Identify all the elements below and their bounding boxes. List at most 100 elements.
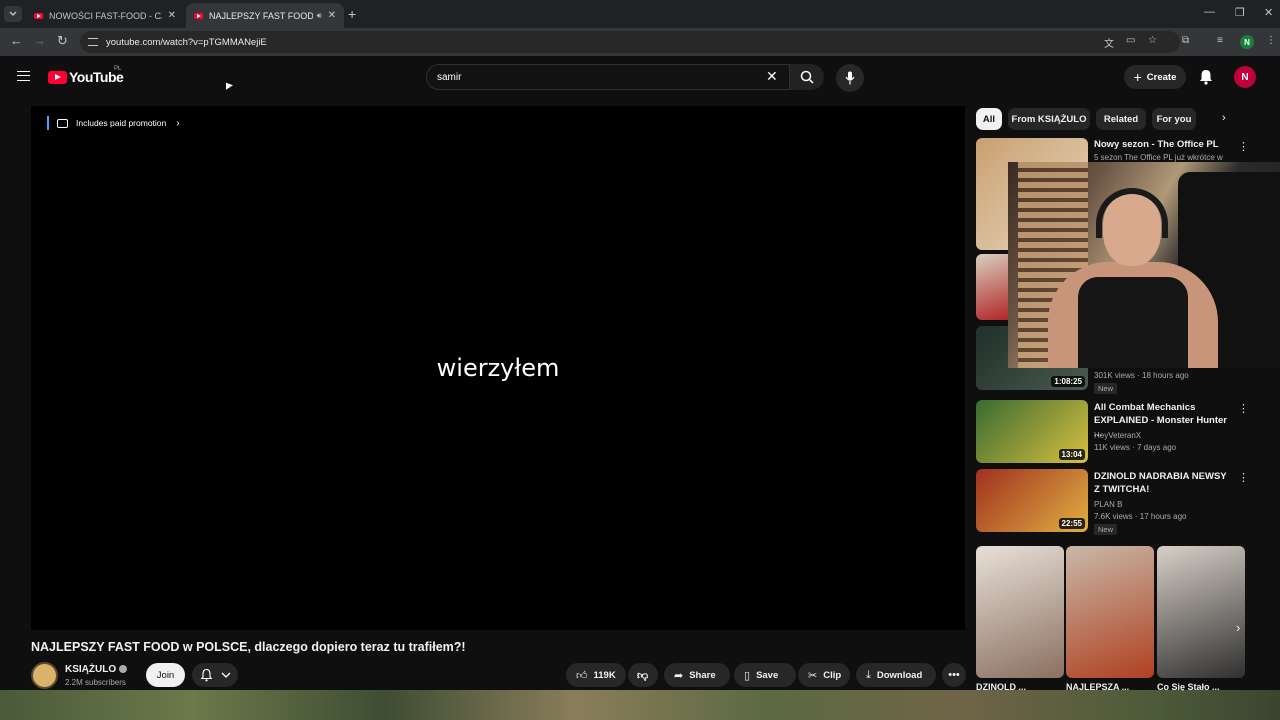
subscriber-count: 2.2M subscribers — [65, 678, 126, 687]
minimize-icon[interactable]: — — [1204, 6, 1215, 18]
new-tab-button[interactable]: + — [348, 6, 356, 22]
create-label: Create — [1146, 71, 1177, 83]
cast-icon[interactable]: ▭ — [1126, 35, 1135, 46]
promo-label: Includes paid promotion — [76, 118, 167, 128]
new-badge: New — [1094, 383, 1118, 394]
youtube-favicon-icon — [194, 12, 203, 19]
chip-all[interactable]: All — [976, 108, 1002, 130]
clip-label: Clip — [823, 669, 842, 681]
background-scenery — [0, 690, 1280, 720]
dislike-button[interactable]: 👎︎ — [628, 663, 658, 687]
browser-profile-avatar[interactable]: N — [1240, 35, 1254, 49]
chevron-down-icon — [9, 11, 17, 16]
chip-for-you[interactable]: For you — [1152, 108, 1196, 130]
tab-title: NAJLEPSZY FAST FOOD w P — [209, 10, 313, 21]
tab-search-dropdown[interactable] — [4, 6, 22, 22]
search-value: samir — [437, 71, 462, 83]
youtube-favicon-icon — [34, 12, 43, 19]
download-icon: ⤓ — [866, 668, 871, 681]
like-count: 119K — [593, 669, 616, 681]
extensions-icon[interactable]: ⧉ — [1182, 35, 1189, 46]
paid-promotion-notice[interactable]: Includes paid promotion › — [47, 116, 180, 130]
notifications-button[interactable] — [1198, 68, 1214, 91]
youtube-logo[interactable]: YouTube PL — [48, 66, 124, 85]
plus-icon: + — [1133, 69, 1142, 85]
more-vertical-icon[interactable]: ⋮ — [1238, 140, 1249, 153]
short-title: DZINOLD ... — [976, 682, 1026, 691]
maximize-icon[interactable]: ❐ — [1235, 6, 1245, 19]
hamburger-menu-icon[interactable] — [17, 71, 30, 81]
video-player[interactable]: Includes paid promotion › wierzyłem — [31, 106, 965, 630]
more-horizontal-icon: ••• — [948, 669, 960, 681]
voice-search-button[interactable] — [836, 64, 864, 92]
site-info-icon[interactable] — [88, 38, 98, 46]
chevron-right-icon: › — [176, 117, 180, 129]
video-thumbnail[interactable]: 13:04 — [976, 400, 1088, 463]
short-thumbnail[interactable] — [976, 546, 1064, 678]
close-window-icon[interactable]: ✕ — [1264, 6, 1273, 19]
forward-icon[interactable]: → — [33, 33, 46, 48]
share-label: Share — [689, 669, 716, 681]
media-control-icon[interactable]: ≡ — [1217, 35, 1223, 46]
translate-icon[interactable]: 文 — [1104, 35, 1114, 50]
browser-toolbar: ← → ↻ youtube.com/watch?v=pTGMMANejiE 文 … — [0, 28, 1280, 56]
thumbs-down-icon: 👎︎ — [637, 669, 649, 682]
channel-avatar[interactable] — [31, 662, 58, 689]
browser-tab-2[interactable]: NAJLEPSZY FAST FOOD w P 🔊︎ ✕ — [186, 3, 344, 28]
address-bar[interactable]: youtube.com/watch?v=pTGMMANejiE — [80, 31, 1180, 53]
headphones-icon — [1096, 188, 1168, 238]
browser-menu-icon[interactable]: ⋮ — [1266, 35, 1276, 46]
short-item[interactable]: DZINOLD ... — [976, 546, 1064, 691]
short-item[interactable]: NAJLEPSZA ... — [1066, 546, 1154, 691]
speaker-icon[interactable]: 🔊︎ — [317, 11, 322, 21]
search-icon — [800, 70, 814, 84]
chevron-right-icon[interactable]: › — [1222, 112, 1226, 124]
recommendation-item[interactable]: 13:04 All Combat Mechanics EXPLAINED - M… — [976, 400, 1256, 466]
account-avatar[interactable]: N — [1234, 66, 1256, 88]
chevron-right-icon[interactable]: › — [1236, 620, 1240, 635]
search-input[interactable]: samir — [426, 64, 790, 90]
video-duration: 1:08:25 — [1051, 376, 1085, 387]
back-icon[interactable]: ← — [10, 33, 23, 48]
recommendation-channel: PLAN B — [1094, 500, 1123, 509]
url-text: youtube.com/watch?v=pTGMMANejiE — [106, 36, 267, 48]
create-button[interactable]: + Create — [1124, 65, 1186, 89]
recommendation-channel: HeyVeteranX — [1094, 431, 1142, 440]
recommendation-meta: 7.6K views · 17 hours ago — [1094, 512, 1187, 521]
browser-tab-1[interactable]: NOWOŚCI FAST-FOOD - CZY W ✕ — [26, 3, 184, 28]
chevron-down-icon — [221, 672, 230, 678]
clip-button[interactable]: ✂ Clip — [798, 663, 850, 687]
bookmark-star-icon[interactable]: ☆ — [1148, 35, 1157, 46]
video-thumbnail[interactable]: 22:55 — [976, 469, 1088, 532]
close-tab-icon[interactable]: ✕ — [168, 10, 176, 21]
short-thumbnail[interactable] — [1066, 546, 1154, 678]
like-button[interactable]: 👍︎ 119K — [566, 663, 626, 687]
tab-title: NOWOŚCI FAST-FOOD - CZY W — [49, 10, 162, 21]
webcam-overlay — [1008, 162, 1280, 368]
channel-name[interactable]: KSIĄŻULO — [65, 664, 128, 675]
recommendation-item[interactable]: 22:55 DZINOLD NADRABIA NEWSY Z TWITCHA! … — [976, 469, 1256, 535]
download-label: Download — [876, 669, 923, 681]
subscription-bell-button[interactable] — [192, 663, 238, 687]
chip-related[interactable]: Related — [1096, 108, 1146, 130]
save-button[interactable]: ▯ Save — [734, 663, 796, 687]
shopping-bag-icon — [57, 118, 68, 128]
close-tab-icon[interactable]: ✕ — [328, 10, 336, 21]
share-icon: ➦ — [674, 669, 684, 682]
download-button[interactable]: ⤓ Download — [856, 663, 936, 687]
search-button[interactable] — [790, 64, 824, 90]
short-item[interactable]: Co Się Stało ... — [1157, 546, 1245, 691]
recommendation-meta: 11K views · 7 days ago — [1094, 443, 1177, 452]
more-vertical-icon[interactable]: ⋮ — [1238, 471, 1249, 484]
join-button[interactable]: Join — [146, 663, 185, 687]
chip-from-channel[interactable]: From KSIĄŻULO — [1008, 108, 1090, 130]
short-thumbnail[interactable] — [1157, 546, 1245, 678]
clear-search-icon[interactable]: ✕ — [766, 68, 778, 85]
share-button[interactable]: ➦ Share — [664, 663, 730, 687]
scissors-icon: ✂ — [808, 669, 818, 682]
new-badge: New — [1094, 524, 1118, 535]
reload-icon[interactable]: ↻ — [57, 33, 68, 49]
more-actions-button[interactable]: ••• — [942, 663, 966, 687]
verified-badge-icon — [119, 665, 128, 673]
more-vertical-icon[interactable]: ⋮ — [1238, 402, 1249, 415]
